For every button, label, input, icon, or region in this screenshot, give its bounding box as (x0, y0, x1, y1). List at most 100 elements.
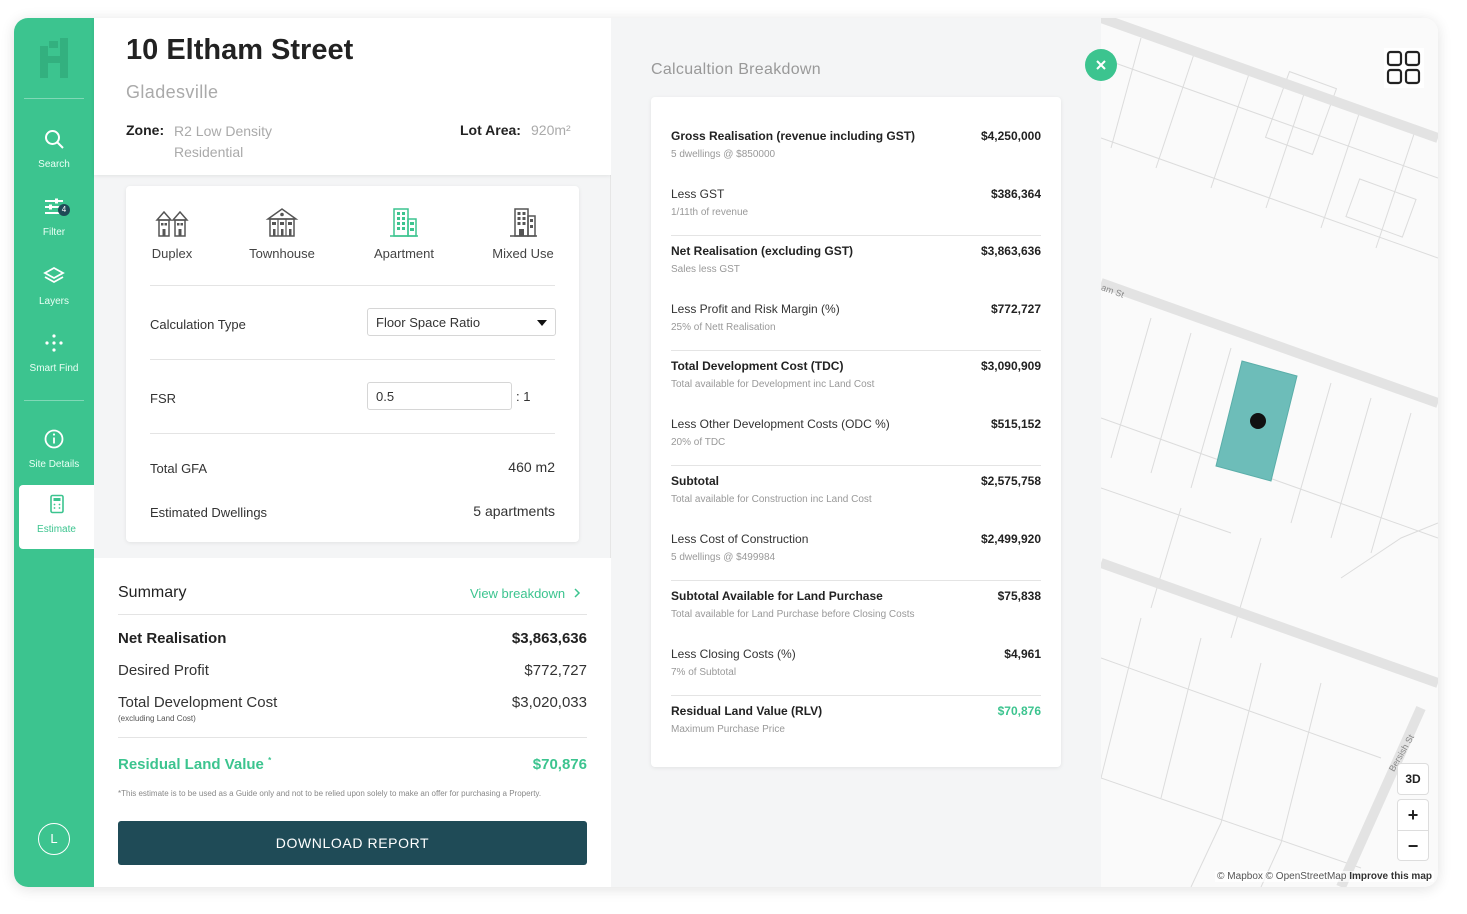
estimate-settings-card: Duplex Townhouse Apartment Mixed Use Cal… (126, 186, 579, 542)
type-option-townhouse[interactable]: Townhouse (237, 206, 327, 261)
type-label: Apartment (374, 246, 434, 261)
estimated-dwellings-value: 5 apartments (473, 503, 555, 519)
sidebar-item-label: Filter (42, 227, 66, 238)
breakdown-description: Total available for Land Purchase before… (671, 609, 915, 620)
breakdown-divider (671, 579, 1041, 581)
total-development-cost-value: $3,020,033 (511, 694, 587, 711)
net-realisation-value: $3,863,636 (511, 630, 587, 647)
caret-down-icon (537, 320, 547, 326)
sidebar-item-estimate[interactable]: Estimate (19, 485, 94, 549)
fsr-input[interactable] (367, 382, 512, 410)
download-report-button[interactable]: DOWNLOAD REPORT (118, 821, 587, 865)
total-gfa-label: Total GFA (150, 461, 208, 476)
breakdown-row: Gross Realisation (revenue including GST… (671, 129, 1041, 169)
breakdown-row: Less Profit and Risk Margin (%) 25% of Ne… (671, 302, 1041, 342)
map-attribution: © Mapbox © OpenStreetMap Improve this ma… (1215, 871, 1434, 882)
improve-map-link[interactable]: Improve this map (1349, 871, 1432, 882)
breakdown-row: Less GST 1/11th of revenue $386,364 (671, 187, 1041, 227)
breakdown-label: Residual Land Value (RLV) (671, 704, 823, 718)
type-label: Townhouse (249, 246, 315, 261)
close-breakdown-button[interactable] (1085, 49, 1117, 81)
sidebar-item-label: Site Details (28, 459, 80, 470)
breakdown-value: $515,152 (990, 416, 1041, 431)
breakdown-row: Subtotal Available for Land Purchase Tota… (671, 589, 1041, 629)
sidebar-item-site-details[interactable]: Site Details (14, 420, 94, 482)
logo-icon (40, 38, 68, 78)
sidebar-item-layers[interactable]: Layers (14, 257, 94, 319)
estimated-dwellings-label: Estimated Dwellings (150, 505, 268, 520)
breakdown-description: Total available for Development inc Land… (671, 379, 875, 390)
breakdown-value: $70,876 (997, 704, 1041, 718)
breakdown-row: Total Development Cost (TDC) Total availa… (671, 359, 1041, 399)
breakdown-row: Less Closing Costs (%) 7% of Subtotal $4,9… (671, 647, 1041, 687)
net-realisation-label: Net Realisation (118, 630, 227, 647)
map-view[interactable]: am St Bersish St 3D + − © Mapbox © OpenS… (1101, 18, 1438, 887)
filter-count-badge: 4 (58, 204, 70, 216)
sidebar-item-label: Search (38, 159, 70, 170)
sidebar-item-smart-find[interactable]: Smart Find (14, 324, 94, 386)
grid-icon (1386, 50, 1421, 85)
map-style-button[interactable] (1384, 48, 1424, 88)
property-suburb: Gladesville (126, 82, 219, 102)
sidebar: Search 4 Filter Layers Smart Find Site D… (14, 18, 94, 887)
breakdown-value: $75,838 (997, 589, 1041, 603)
apartment-icon (390, 208, 418, 237)
breakdown-label: Less Other Development Costs (ODC %) (671, 416, 890, 431)
sidebar-divider (24, 400, 84, 401)
mixed-use-icon (510, 208, 537, 237)
duplex-icon (155, 210, 189, 237)
view-breakdown-link[interactable]: View breakdown (470, 586, 581, 601)
sidebar-item-search[interactable]: Search (14, 120, 94, 182)
sidebar-item-label: Layers (38, 296, 69, 307)
type-option-duplex[interactable]: Duplex (127, 206, 217, 261)
summary-divider (118, 614, 587, 615)
breakdown-divider (671, 234, 1041, 236)
breakdown-row: Net Realisation (excluding GST) Sales les… (671, 244, 1041, 284)
breakdown-row: Less Other Development Costs (ODC %) 20% … (671, 417, 1041, 457)
user-avatar[interactable]: L (38, 823, 70, 855)
property-header: 10 Eltham Street Gladesville Zone: R2 Lo… (94, 18, 611, 175)
calculation-type-label: Calculation Type (150, 317, 246, 332)
breakdown-label: Net Realisation (excluding GST) (671, 244, 854, 258)
disclaimer-text: *This estimate is to be used as a Guide … (118, 789, 542, 798)
breakdown-row: Subtotal Total available for Construction… (671, 474, 1041, 514)
breakdown-label: Less GST (671, 186, 725, 201)
type-label: Mixed Use (492, 246, 554, 261)
zoom-out-button[interactable]: − (1398, 830, 1428, 860)
breakdown-value: $3,863,636 (980, 244, 1041, 258)
residual-land-value: $70,876 (532, 756, 587, 773)
breakdown-divider (671, 349, 1041, 351)
breakdown-title: Calcualtion Breakdown (651, 61, 821, 78)
zone-label: Zone: (126, 122, 165, 138)
card-divider (150, 285, 555, 286)
search-icon (45, 130, 64, 149)
total-gfa-value: 460 m2 (508, 459, 555, 475)
breakdown-label: Subtotal (671, 474, 719, 488)
chevron-right-icon (574, 588, 580, 598)
zoom-in-button[interactable]: + (1398, 800, 1428, 830)
total-development-cost-label: Total Development Cost (118, 694, 278, 711)
calculation-type-select[interactable]: Floor Space Ratio (367, 308, 556, 336)
lot-area-label: Lot Area: (460, 122, 521, 138)
type-label: Duplex (151, 246, 193, 261)
breakdown-description: 20% of TDC (671, 436, 726, 448)
type-option-apartment[interactable]: Apartment (359, 206, 449, 261)
estimate-panel: 10 Eltham Street Gladesville Zone: R2 Lo… (94, 18, 611, 887)
breakdown-description: Maximum Purchase Price (671, 724, 785, 735)
residual-land-value-text: Residual Land Value (118, 756, 264, 773)
info-icon (44, 429, 64, 449)
card-divider (150, 359, 555, 360)
breakdown-label: Total Development Cost (TDC) (671, 359, 844, 373)
summary-section: Summary View breakdown Net Realisation $… (94, 558, 611, 887)
type-option-mixed-use[interactable]: Mixed Use (478, 206, 568, 261)
fsr-ratio-suffix: : 1 (516, 389, 531, 404)
footnote-mark: * (268, 756, 272, 765)
breakdown-divider (671, 464, 1041, 466)
breakdown-card: Gross Realisation (revenue including GST… (651, 97, 1061, 767)
breakdown-description: 25% of Nett Realisation (671, 321, 776, 333)
sidebar-item-filter[interactable]: 4 Filter (14, 188, 94, 250)
desired-profit-value: $772,727 (524, 662, 587, 679)
map-3d-button[interactable]: 3D (1398, 764, 1428, 794)
breakdown-label: Subtotal Available for Land Purchase (671, 589, 883, 603)
calculation-type-value: Floor Space Ratio (376, 315, 481, 330)
